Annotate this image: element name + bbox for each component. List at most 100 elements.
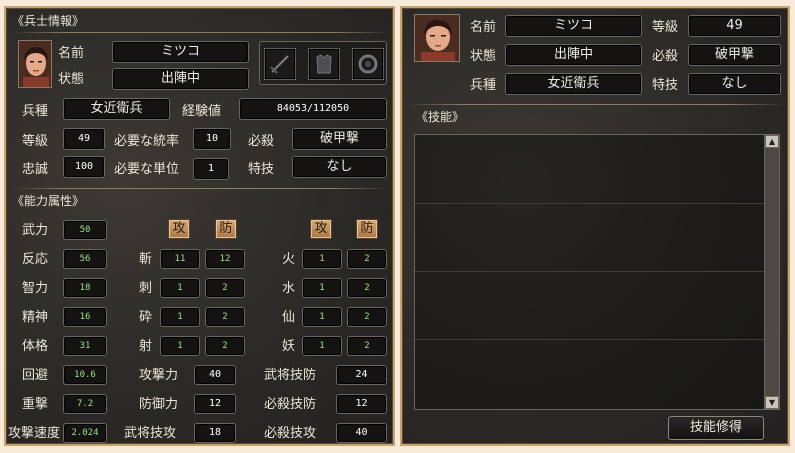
req-command-label: 必要な統率	[114, 134, 180, 149]
stat-label-reaction: 反応	[22, 252, 49, 267]
sage-def-value: 2	[347, 307, 387, 327]
level-field: 49	[63, 128, 105, 150]
stat-label-intellect: 智力	[22, 281, 49, 296]
equipment-slot-armor[interactable]	[308, 48, 340, 80]
pierce-atk-value: 1	[160, 278, 200, 298]
equipment-slot-accessory[interactable]	[352, 48, 384, 80]
scroll-up-button[interactable]: ▲	[765, 135, 779, 148]
elemental-def-header: 防	[356, 219, 378, 239]
skill-list-row-divider	[415, 203, 765, 204]
soldier-info-panel: 《兵士情報》 名前 ミツコ 状態 出陣中 兵種 女近衛兵 経験値 84053/1…	[4, 6, 395, 446]
stat-label-heavy-strike: 重撃	[22, 397, 49, 412]
defense-power-value: 12	[194, 394, 236, 414]
demon-atk-value: 1	[302, 336, 342, 356]
special-label: 必殺	[652, 49, 679, 64]
stat-value-intellect: 18	[63, 278, 107, 298]
exp-label: 経験値	[182, 104, 222, 119]
sword-icon	[270, 55, 289, 74]
shoot-def-value: 2	[205, 336, 245, 356]
stat-value-reaction: 56	[63, 249, 107, 269]
stat-label-physique: 体格	[22, 339, 49, 354]
water-atk-value: 1	[302, 278, 342, 298]
pierce-def-value: 2	[205, 278, 245, 298]
skills-title: 《技能》	[416, 110, 465, 124]
general-skill-def-label: 武将技防	[264, 368, 317, 383]
physical-def-header: 防	[215, 219, 237, 239]
general-skill-def-value: 24	[336, 365, 387, 385]
skill-label: 特技	[248, 162, 275, 177]
exp-field: 84053/112050	[239, 98, 387, 120]
stat-value-strength: 50	[63, 220, 107, 240]
stat-value-attack-speed: 2.024	[63, 423, 107, 443]
attack-power-value: 40	[194, 365, 236, 385]
physical-label-crush: 砕	[139, 310, 153, 325]
sage-atk-value: 1	[302, 307, 342, 327]
soldier-info-title: 《兵士情報》	[12, 14, 85, 28]
skill-list-row-divider	[415, 271, 765, 272]
status-field: 出陣中	[112, 68, 249, 90]
stat-label-evasion: 回避	[22, 368, 49, 383]
req-units-label: 必要な単位	[114, 162, 180, 177]
special-skill-atk-value: 40	[336, 423, 387, 443]
special-field: 破甲撃	[292, 128, 387, 150]
stat-label-spirit: 精神	[22, 310, 49, 325]
demon-def-value: 2	[347, 336, 387, 356]
crush-atk-value: 1	[160, 307, 200, 327]
status-field: 出陣中	[505, 44, 642, 66]
attributes-title: 《能力属性》	[12, 194, 85, 208]
level-label: 等級	[22, 134, 49, 149]
level-field: 49	[688, 15, 781, 37]
learn-skill-button[interactable]: 技能修得	[668, 416, 764, 440]
stat-value-evasion: 10.6	[63, 365, 107, 385]
portrait-image	[415, 15, 459, 61]
skill-list[interactable]: ▲ ▼	[414, 134, 780, 410]
req-units-field: 1	[193, 158, 229, 180]
skill-list-scrollbar[interactable]: ▲ ▼	[764, 135, 779, 409]
general-skill-atk-value: 18	[194, 423, 236, 443]
stat-value-physique: 31	[63, 336, 107, 356]
section-divider	[406, 104, 786, 105]
name-label: 名前	[470, 20, 497, 35]
slash-def-value: 12	[205, 249, 245, 269]
physical-atk-header: 攻	[168, 219, 190, 239]
elemental-label-sage: 仙	[282, 310, 296, 325]
name-label: 名前	[58, 46, 85, 61]
armor-icon	[316, 54, 332, 74]
physical-label-slash: 斬	[139, 252, 153, 267]
skill-label: 特技	[652, 78, 679, 93]
unit-type-label: 兵種	[22, 104, 49, 119]
fire-def-value: 2	[347, 249, 387, 269]
special-skill-def-value: 12	[336, 394, 387, 414]
shoot-atk-value: 1	[160, 336, 200, 356]
ring-icon	[358, 54, 378, 74]
elemental-atk-header: 攻	[310, 219, 332, 239]
status-label: 状態	[470, 49, 497, 64]
scroll-down-button[interactable]: ▼	[765, 396, 779, 409]
level-label: 等級	[652, 20, 679, 35]
unit-type-label: 兵種	[470, 78, 497, 93]
equipment-slot-weapon[interactable]	[264, 48, 296, 80]
stat-label-attack-speed: 攻撃速度	[8, 426, 61, 441]
section-divider	[10, 32, 390, 33]
physical-label-pierce: 刺	[139, 281, 153, 296]
portrait-image	[19, 41, 51, 87]
physical-label-shoot: 射	[139, 339, 153, 354]
crush-def-value: 2	[205, 307, 245, 327]
special-skill-atk-label: 必殺技攻	[264, 426, 317, 441]
section-divider	[10, 188, 390, 189]
special-label: 必殺	[248, 134, 275, 149]
water-def-value: 2	[347, 278, 387, 298]
skill-field: なし	[292, 156, 387, 178]
name-field: ミツコ	[112, 41, 249, 63]
elemental-label-fire: 火	[282, 252, 296, 267]
stat-value-heavy-strike: 7.2	[63, 394, 107, 414]
stat-value-spirit: 16	[63, 307, 107, 327]
skill-list-row-divider	[415, 339, 765, 340]
fire-atk-value: 1	[302, 249, 342, 269]
special-skill-def-label: 必殺技防	[264, 397, 317, 412]
general-skill-atk-label: 武将技攻	[124, 426, 177, 441]
skills-panel: 名前 ミツコ 等級 49 状態 出陣中 必殺 破甲撃 兵種 女近衛兵 特技 なし…	[400, 6, 790, 446]
defense-power-label: 防御力	[139, 397, 179, 412]
req-command-field: 10	[193, 128, 231, 150]
elemental-label-demon: 妖	[282, 339, 296, 354]
